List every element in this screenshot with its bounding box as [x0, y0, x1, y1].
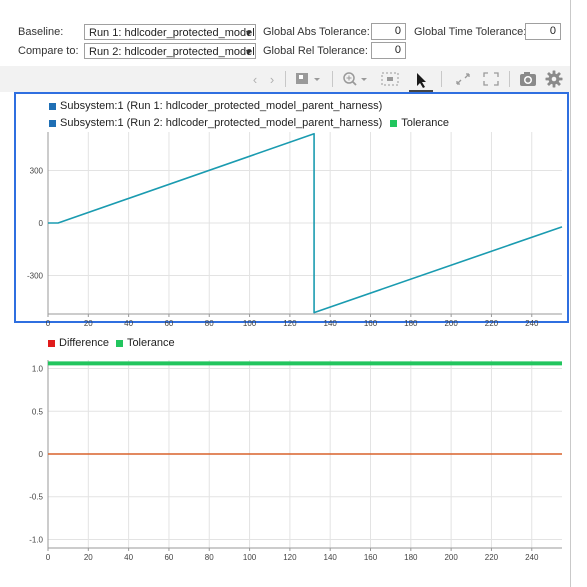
x-tick-label: 100	[243, 553, 257, 562]
y-tick-label: -1.0	[29, 535, 43, 544]
y-tick-label: 0.5	[32, 407, 44, 416]
x-tick-label: 0	[46, 553, 51, 562]
x-tick-label: 120	[283, 553, 297, 562]
x-tick-label: 200	[444, 553, 458, 562]
y-tick-label: 1.0	[32, 365, 44, 374]
y-tick-label: 0	[39, 450, 44, 459]
x-tick-label: 240	[525, 553, 539, 562]
x-tick-label: 160	[364, 553, 378, 562]
y-tick-label: -0.5	[29, 493, 43, 502]
difference-chart: 0 20 40 60 80 100 120 140 160 180 200 220 240 1.0 0.5 0…	[29, 360, 562, 562]
x-tick-label: 220	[485, 553, 499, 562]
x-tick-label: 140	[324, 553, 338, 562]
x-tick-label: 20	[84, 553, 93, 562]
x-tick-label: 60	[164, 553, 173, 562]
x-tick-label: 180	[404, 553, 418, 562]
x-tick-label: 40	[124, 553, 133, 562]
x-tick-label: 80	[205, 553, 214, 562]
